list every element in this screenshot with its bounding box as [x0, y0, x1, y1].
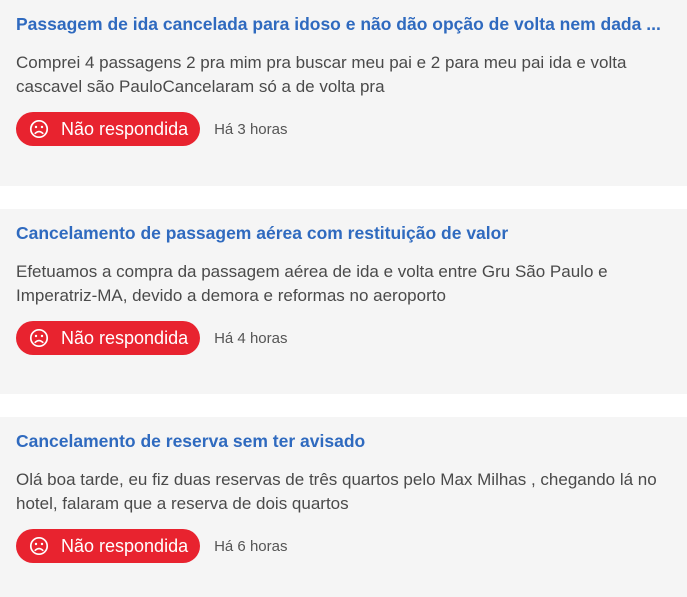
complaint-description: Comprei 4 passagens 2 pra mim pra buscar… [16, 53, 627, 96]
status-label: Não respondida [61, 535, 189, 556]
status-badge[interactable]: Não respondida [16, 529, 201, 563]
complaint-card: Cancelamento de passagem aérea com resti… [0, 209, 687, 394]
complaint-card: Cancelamento de reserva sem ter avisado … [0, 417, 687, 597]
status-label: Não respondida [61, 327, 189, 348]
sad-face-icon [29, 536, 49, 556]
timestamp: Há 6 horas [214, 537, 288, 555]
status-badge[interactable]: Não respondida [16, 112, 201, 146]
timestamp: Há 4 horas [214, 329, 288, 347]
complaint-description: Efetuamos a compra da passagem aérea de … [16, 262, 608, 305]
timestamp: Há 3 horas [214, 120, 288, 138]
status-badge[interactable]: Não respondida [16, 321, 201, 355]
complaint-list: Passagem de ida cancelada para idoso e n… [0, 0, 687, 597]
complaint-title-link[interactable]: Passagem de ida cancelada para idoso e n… [16, 12, 671, 36]
complaint-footer: Não respondida Há 3 horas [16, 111, 287, 147]
sad-face-icon [29, 119, 49, 139]
complaint-footer: Não respondida Há 6 horas [16, 528, 287, 564]
complaint-card: Passagem de ida cancelada para idoso e n… [0, 0, 687, 186]
complaint-footer: Não respondida Há 4 horas [16, 320, 287, 356]
sad-face-icon [29, 328, 49, 348]
status-label: Não respondida [61, 118, 189, 139]
complaint-description: Olá boa tarde, eu fiz duas reservas de t… [16, 470, 657, 513]
complaint-title-link[interactable]: Cancelamento de passagem aérea com resti… [16, 221, 671, 245]
complaint-title-link[interactable]: Cancelamento de reserva sem ter avisado [16, 429, 671, 453]
